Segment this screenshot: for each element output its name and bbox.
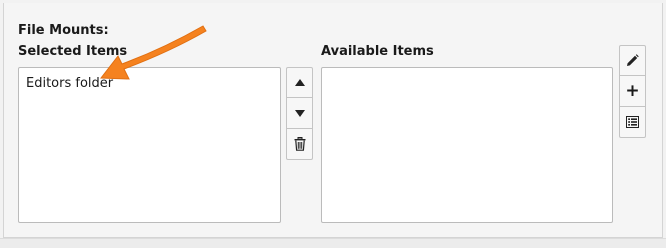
available-items-list[interactable] [321, 67, 613, 223]
list-button[interactable] [619, 107, 646, 138]
list-icon [626, 116, 639, 128]
selected-items-list[interactable]: Editors folder [18, 67, 281, 223]
trash-icon [294, 137, 305, 151]
move-down-button[interactable] [286, 98, 313, 129]
delete-button[interactable] [286, 129, 313, 160]
file-mounts-label: File Mounts: [18, 23, 109, 38]
triangle-up-icon [294, 79, 305, 86]
add-button[interactable]: + [619, 76, 646, 107]
edit-button[interactable] [619, 45, 646, 76]
pencil-icon [627, 54, 639, 66]
plus-icon: + [625, 80, 640, 101]
selected-items-label: Selected Items [18, 44, 128, 59]
move-up-button[interactable] [286, 67, 313, 98]
list-item[interactable]: Editors folder [19, 68, 280, 91]
available-items-label: Available Items [321, 44, 434, 59]
triangle-down-icon [294, 109, 305, 117]
